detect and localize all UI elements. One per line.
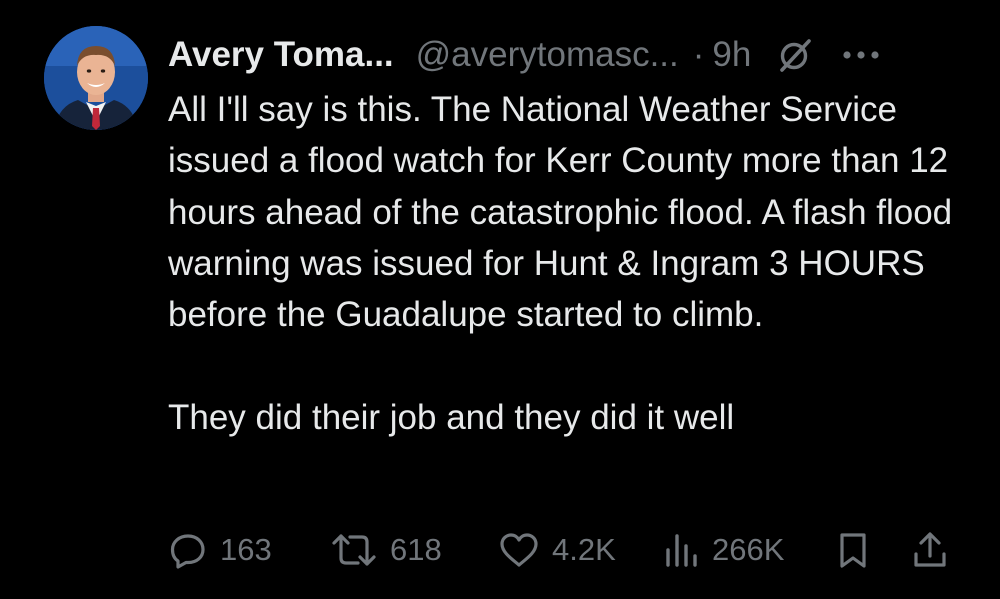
views-button[interactable]: 266K <box>664 527 784 573</box>
author-handle[interactable]: @averytomasc... <box>416 35 679 75</box>
like-count: 4.2K <box>552 532 616 567</box>
repost-count: 618 <box>390 532 442 567</box>
views-icon <box>666 534 697 567</box>
repost-button[interactable]: 618 <box>330 527 442 573</box>
reply-icon <box>170 534 205 569</box>
header-separator: · <box>692 35 705 74</box>
action-bar: 163 618 4.2K 266K <box>168 527 958 573</box>
repost-icon <box>332 534 376 566</box>
grok-icon[interactable] <box>775 35 815 75</box>
like-button[interactable]: 4.2K <box>498 527 616 573</box>
reply-button[interactable]: 163 <box>168 527 272 573</box>
post-timestamp[interactable]: 9h <box>712 35 751 75</box>
author-display-name[interactable]: Avery Toma... <box>168 35 394 75</box>
heart-icon <box>500 533 538 567</box>
post-header: Avery Toma... @averytomasc... · 9h <box>168 30 881 80</box>
post-paragraph: They did their job and they did it well <box>168 397 735 437</box>
more-options-icon[interactable] <box>841 49 881 61</box>
bookmark-icon <box>840 533 866 568</box>
share-button[interactable] <box>912 527 948 573</box>
avatar[interactable] <box>44 26 148 130</box>
share-icon <box>914 532 946 567</box>
bookmark-button[interactable] <box>836 527 870 573</box>
avatar-image <box>44 26 148 130</box>
post-text: All I'll say is this. The National Weath… <box>168 84 968 443</box>
post-paragraph: All I'll say is this. The National Weath… <box>168 90 953 335</box>
views-count: 266K <box>712 532 785 567</box>
tweet: Avery Toma... @averytomasc... · 9h All I… <box>0 0 1000 599</box>
reply-count: 163 <box>220 532 272 567</box>
